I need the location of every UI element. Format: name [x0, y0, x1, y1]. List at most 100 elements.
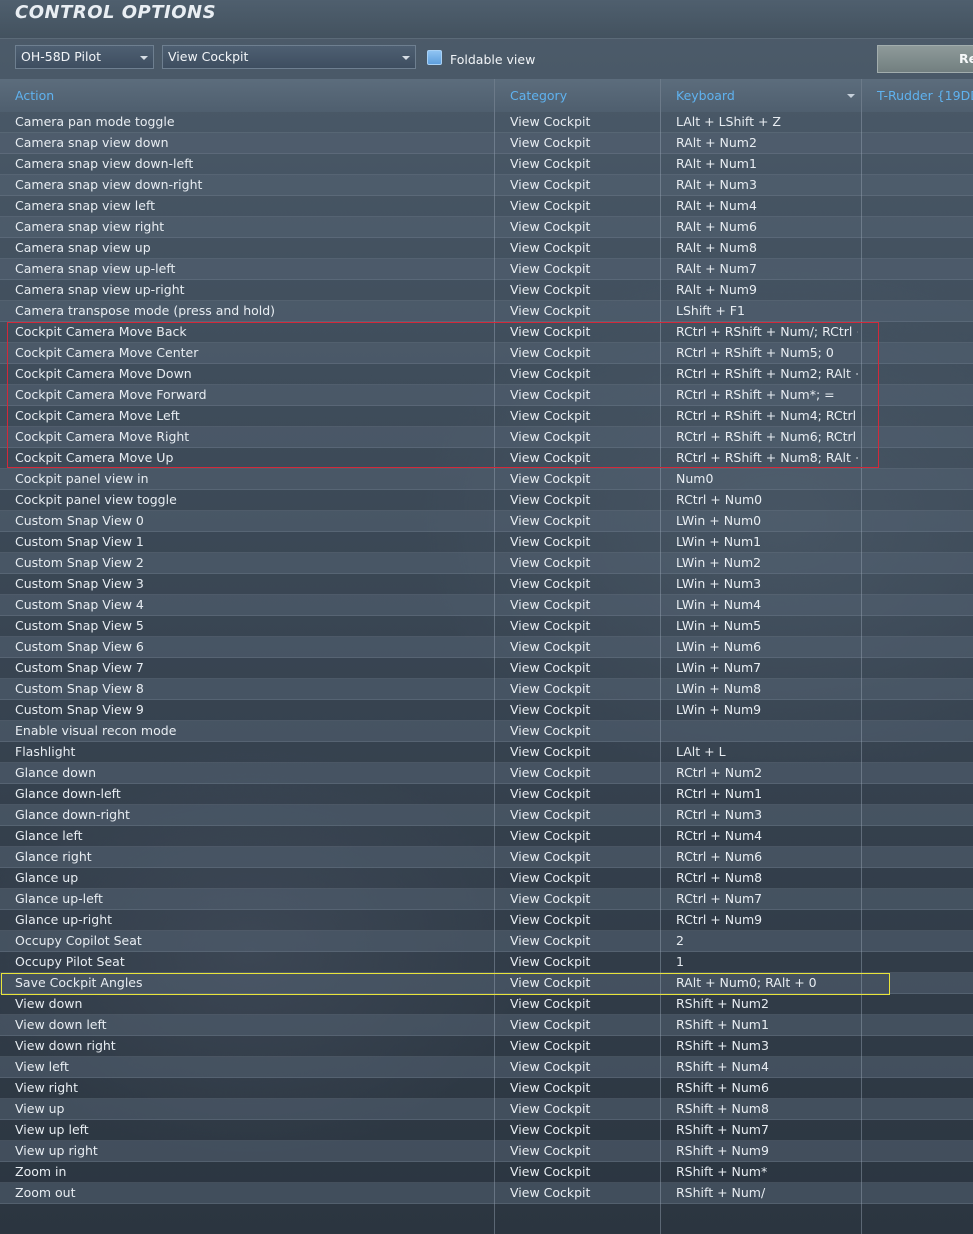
device-cell[interactable] [862, 1120, 973, 1140]
table-row[interactable]: Occupy Pilot Seat View Cockpit 1 [0, 952, 973, 973]
table-row[interactable]: Custom Snap View 3 View Cockpit LWin + Num… [0, 574, 973, 595]
device-cell[interactable] [862, 364, 973, 384]
sort-arrow-icon[interactable] [847, 94, 855, 98]
keyboard-cell[interactable]: RAlt + Num3 [676, 175, 858, 195]
table-row[interactable]: Cockpit Camera Move Back View Cockpit RCtr… [0, 322, 973, 343]
keyboard-cell[interactable]: RCtrl + RShift + Num2; RAlt + - [676, 364, 858, 384]
table-row[interactable]: Glance left View Cockpit RCtrl + Num4 [0, 826, 973, 847]
keyboard-cell[interactable]: RCtrl + RShift + Num6; RCtrl + [676, 427, 858, 447]
keyboard-cell[interactable]: RCtrl + RShift + Num/; RCtrl + [676, 322, 858, 342]
device-cell[interactable] [862, 427, 973, 447]
keyboard-cell[interactable]: RShift + Num4 [676, 1057, 858, 1077]
table-row[interactable]: Custom Snap View 0 View Cockpit LWin + Num… [0, 511, 973, 532]
device-cell[interactable] [862, 259, 973, 279]
table-row[interactable]: Camera snap view up View Cockpit RAlt + Nu… [0, 238, 973, 259]
keyboard-cell[interactable]: RAlt + Num0; RAlt + 0 [676, 973, 858, 993]
keyboard-cell[interactable]: RCtrl + Num1 [676, 784, 858, 804]
table-row[interactable]: Camera transpose mode (press and hold) Vi… [0, 301, 973, 322]
table-row[interactable]: Zoom out View Cockpit RShift + Num/ [0, 1183, 973, 1204]
device-cell[interactable] [862, 973, 973, 993]
device-cell[interactable] [862, 1036, 973, 1056]
table-row[interactable]: Zoom in View Cockpit RShift + Num* [0, 1162, 973, 1183]
table-row[interactable]: Glance up-left View Cockpit RCtrl + Num7 [0, 889, 973, 910]
keyboard-cell[interactable]: 2 [676, 931, 858, 951]
table-row[interactable]: Glance up View Cockpit RCtrl + Num8 [0, 868, 973, 889]
keyboard-cell[interactable] [676, 721, 858, 741]
column-header-action[interactable]: Action [0, 79, 494, 112]
table-row[interactable]: Camera snap view up-left View Cockpit RAlt… [0, 259, 973, 280]
keyboard-cell[interactable]: 1 [676, 952, 858, 972]
device-cell[interactable] [862, 952, 973, 972]
table-row[interactable]: Cockpit Camera Move Up View Cockpit RCtrl … [0, 448, 973, 469]
table-row[interactable]: Glance up-right View Cockpit RCtrl + Num9 [0, 910, 973, 931]
table-row[interactable]: Custom Snap View 5 View Cockpit LWin + Num… [0, 616, 973, 637]
table-row[interactable]: Occupy Copilot Seat View Cockpit 2 [0, 931, 973, 952]
device-cell[interactable] [862, 784, 973, 804]
keyboard-cell[interactable]: RShift + Num2 [676, 994, 858, 1014]
keyboard-cell[interactable]: RAlt + Num2 [676, 133, 858, 153]
device-cell[interactable] [862, 112, 973, 132]
device-cell[interactable] [862, 553, 973, 573]
device-cell[interactable] [862, 280, 973, 300]
keyboard-cell[interactable]: RShift + Num3 [676, 1036, 858, 1056]
device-cell[interactable] [862, 511, 973, 531]
keyboard-cell[interactable]: RCtrl + Num7 [676, 889, 858, 909]
device-cell[interactable] [862, 721, 973, 741]
device-cell[interactable] [862, 322, 973, 342]
device-cell[interactable] [862, 385, 973, 405]
table-row[interactable]: View up View Cockpit RShift + Num8 [0, 1099, 973, 1120]
table-row[interactable]: Custom Snap View 6 View Cockpit LWin + Num… [0, 637, 973, 658]
keyboard-cell[interactable]: LWin + Num7 [676, 658, 858, 678]
keyboard-cell[interactable]: RCtrl + Num2 [676, 763, 858, 783]
device-cell[interactable] [862, 1015, 973, 1035]
device-cell[interactable] [862, 343, 973, 363]
device-cell[interactable] [862, 154, 973, 174]
device-cell[interactable] [862, 217, 973, 237]
device-cell[interactable] [862, 469, 973, 489]
keyboard-cell[interactable]: RAlt + Num1 [676, 154, 858, 174]
keyboard-cell[interactable]: RCtrl + RShift + Num*; = [676, 385, 858, 405]
keyboard-cell[interactable]: RAlt + Num8 [676, 238, 858, 258]
device-cell[interactable] [862, 301, 973, 321]
keyboard-cell[interactable]: LAlt + LShift + Z [676, 112, 858, 132]
table-row[interactable]: Camera snap view down-left View Cockpit RA… [0, 154, 973, 175]
device-cell[interactable] [862, 994, 973, 1014]
table-row[interactable]: Camera snap view down View Cockpit RAlt + … [0, 133, 973, 154]
keyboard-cell[interactable]: RAlt + Num6 [676, 217, 858, 237]
table-row[interactable]: Custom Snap View 8 View Cockpit LWin + Num… [0, 679, 973, 700]
keyboard-cell[interactable]: RCtrl + Num4 [676, 826, 858, 846]
keyboard-cell[interactable]: RCtrl + RShift + Num5; 0 [676, 343, 858, 363]
table-row[interactable]: Cockpit Camera Move Center View Cockpit RC… [0, 343, 973, 364]
device-cell[interactable] [862, 574, 973, 594]
keyboard-cell[interactable]: RShift + Num7 [676, 1120, 858, 1140]
table-row[interactable]: View down left View Cockpit RShift + Num1 [0, 1015, 973, 1036]
table-row[interactable]: View down right View Cockpit RShift + Num3 [0, 1036, 973, 1057]
keyboard-cell[interactable]: LWin + Num2 [676, 553, 858, 573]
device-cell[interactable] [862, 868, 973, 888]
reset-button[interactable]: Re [877, 45, 973, 73]
table-row[interactable]: Custom Snap View 2 View Cockpit LWin + Num… [0, 553, 973, 574]
foldable-view-checkbox[interactable] [427, 50, 442, 65]
keyboard-cell[interactable]: RCtrl + RShift + Num4; RCtrl + [676, 406, 858, 426]
keyboard-cell[interactable]: RShift + Num9 [676, 1141, 858, 1161]
device-cell[interactable] [862, 196, 973, 216]
table-row[interactable]: View up left View Cockpit RShift + Num7 [0, 1120, 973, 1141]
keyboard-cell[interactable]: LWin + Num1 [676, 532, 858, 552]
keyboard-cell[interactable]: LShift + F1 [676, 301, 858, 321]
table-row[interactable]: Cockpit Camera Move Right View Cockpit RCt… [0, 427, 973, 448]
table-row[interactable]: Glance down-right View Cockpit RCtrl + Num… [0, 805, 973, 826]
device-cell[interactable] [862, 679, 973, 699]
keyboard-cell[interactable]: RCtrl + Num9 [676, 910, 858, 930]
table-row[interactable]: Custom Snap View 7 View Cockpit LWin + Num… [0, 658, 973, 679]
table-row[interactable]: Cockpit Camera Move Forward View Cockpit R… [0, 385, 973, 406]
device-cell[interactable] [862, 700, 973, 720]
category-select[interactable]: View Cockpit [162, 45, 416, 69]
keyboard-cell[interactable]: RShift + Num* [676, 1162, 858, 1182]
table-row[interactable]: Cockpit panel view in View Cockpit Num0 [0, 469, 973, 490]
table-row[interactable]: Camera snap view right View Cockpit RAlt +… [0, 217, 973, 238]
table-row[interactable]: View right View Cockpit RShift + Num6 [0, 1078, 973, 1099]
device-cell[interactable] [862, 931, 973, 951]
device-cell[interactable] [862, 910, 973, 930]
table-row[interactable]: Custom Snap View 1 View Cockpit LWin + Num… [0, 532, 973, 553]
table-row[interactable]: View up right View Cockpit RShift + Num9 [0, 1141, 973, 1162]
